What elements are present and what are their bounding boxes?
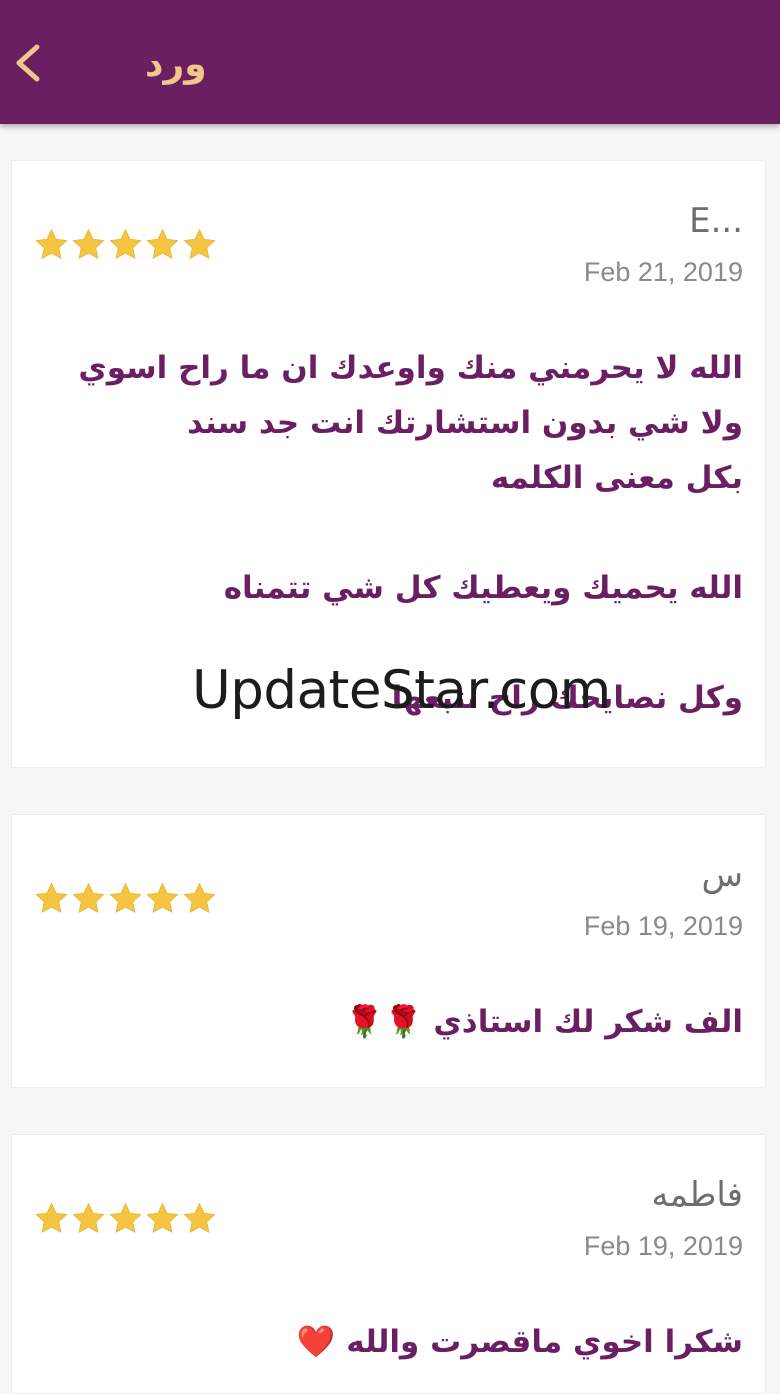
review-line: الله يحميك ويعطيك كل شي تتمناه	[223, 570, 743, 606]
star-icon	[183, 228, 216, 260]
review-line: وكل نصايحك راح نتبعها	[391, 680, 743, 716]
review-line: ولا شي بدون استشارتك انت جد سند	[187, 405, 743, 441]
chevron-left-icon	[16, 44, 40, 82]
review-line: شكرا اخوي ماقصرت والله ❤️	[296, 1324, 743, 1360]
review-line: الف شكر لك استاذي 🌹🌹	[345, 1004, 743, 1040]
review-date: Feb 19, 2019	[583, 911, 743, 941]
star-icon	[109, 882, 142, 914]
review-line: بكل معنى الكلمه	[490, 460, 743, 496]
star-icon	[35, 228, 68, 260]
star-icon	[109, 228, 142, 260]
app-bar: ورد	[0, 0, 780, 124]
star-icon	[35, 1202, 68, 1234]
star-icon	[72, 228, 105, 260]
review-line: الله لا يحرمني منك واوعدك ان ما راح اسوي	[78, 350, 743, 386]
back-button[interactable]	[6, 38, 50, 88]
review-card: فاطمه Feb 19, 2019 شكرا اخوي ماقصرت والل…	[11, 1134, 766, 1394]
star-rating	[34, 1201, 217, 1236]
review-text: شكرا اخوي ماقصرت والله ❤️	[34, 1315, 743, 1370]
star-rating	[34, 227, 217, 262]
star-icon	[183, 882, 216, 914]
star-icon	[35, 882, 68, 914]
review-text: الله لا يحرمني منك واوعدك ان ما راح اسوي…	[34, 341, 743, 726]
review-card: س Feb 19, 2019 الف شكر لك استاذي 🌹🌹	[11, 814, 766, 1088]
star-icon	[183, 1202, 216, 1234]
star-icon	[146, 1202, 179, 1234]
reviewer-name: E...	[689, 201, 743, 241]
star-icon	[72, 1202, 105, 1234]
star-icon	[146, 228, 179, 260]
reviewer-name: س	[701, 855, 743, 895]
star-icon	[109, 1202, 142, 1234]
reviewer-name: فاطمه	[651, 1175, 743, 1215]
star-icon	[146, 882, 179, 914]
review-date: Feb 21, 2019	[583, 257, 743, 287]
star-rating	[34, 881, 217, 916]
review-text: الف شكر لك استاذي 🌹🌹	[34, 995, 743, 1050]
review-date: Feb 19, 2019	[583, 1231, 743, 1261]
page-title: ورد	[145, 44, 207, 85]
star-icon	[72, 882, 105, 914]
review-card: E... Feb 21, 2019 الله لا يحرمني منك واو…	[11, 160, 766, 768]
